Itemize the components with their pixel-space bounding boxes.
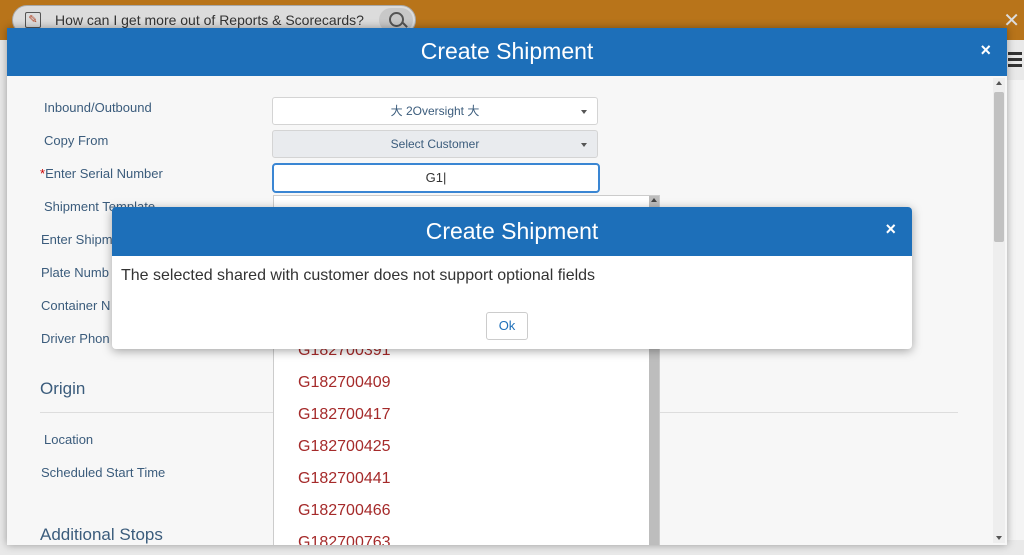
copy-from-select[interactable]: Select Customer (272, 130, 598, 158)
edit-icon: ✎ (25, 12, 41, 28)
ok-button[interactable]: Ok (486, 312, 528, 340)
chevron-down-icon (581, 143, 587, 147)
modal-title: Create Shipment (420, 38, 594, 64)
additional-stops-section-title: Additional Stops (40, 525, 163, 544)
alert-dialog: Create Shipment × The selected shared wi… (112, 207, 912, 349)
help-search-text: How can I get more out of Reports & Scor… (55, 12, 364, 28)
dropdown-item[interactable]: G182700425 (298, 438, 391, 456)
dialog-title: Create Shipment (425, 218, 599, 244)
inbound-outbound-select[interactable]: 大 2Oversight 大 (272, 97, 598, 125)
scrollbar-thumb[interactable] (994, 92, 1004, 242)
dropdown-item[interactable]: G182700466 (298, 502, 391, 520)
dialog-message: The selected shared with customer does n… (121, 267, 596, 284)
plate-number-label: Plate Numb (41, 265, 109, 280)
modal-scrollbar[interactable] (993, 78, 1005, 543)
modal-header: Create Shipment × (7, 28, 1007, 76)
dialog-header: Create Shipment × (112, 207, 912, 256)
inbound-outbound-value: 大 2Oversight 大 (390, 104, 480, 118)
modal-close-button[interactable]: × (980, 40, 991, 61)
copy-from-label: Copy From (44, 133, 109, 148)
serial-number-label-text: Enter Serial Number (45, 166, 163, 181)
dropdown-item[interactable]: G182700417 (298, 406, 391, 424)
driver-phone-label: Driver Phon (41, 331, 110, 346)
copy-from-value: Select Customer (390, 137, 480, 151)
menu-icon[interactable] (1008, 52, 1022, 70)
scroll-up-icon[interactable] (996, 81, 1002, 85)
enter-shipment-label: Enter Shipm (41, 232, 113, 247)
dropdown-item[interactable]: G182700409 (298, 374, 391, 392)
serial-number-input[interactable]: G1| (272, 163, 600, 193)
inbound-outbound-label: Inbound/Outbound (44, 100, 152, 115)
scroll-down-icon[interactable] (996, 536, 1002, 540)
dialog-close-button[interactable]: × (885, 219, 896, 240)
location-label: Location (44, 432, 94, 447)
search-icon (389, 12, 404, 27)
serial-number-label: *Enter Serial Number (40, 166, 163, 181)
chevron-down-icon (581, 110, 587, 114)
dropdown-item[interactable]: G182700763 (298, 534, 391, 545)
scheduled-start-label: Scheduled Start Time (41, 465, 166, 480)
page-side-strip (1006, 80, 1024, 540)
dropdown-item[interactable]: G182700441 (298, 470, 391, 488)
container-number-label: Container N (41, 298, 111, 313)
origin-section-title: Origin (40, 379, 86, 398)
